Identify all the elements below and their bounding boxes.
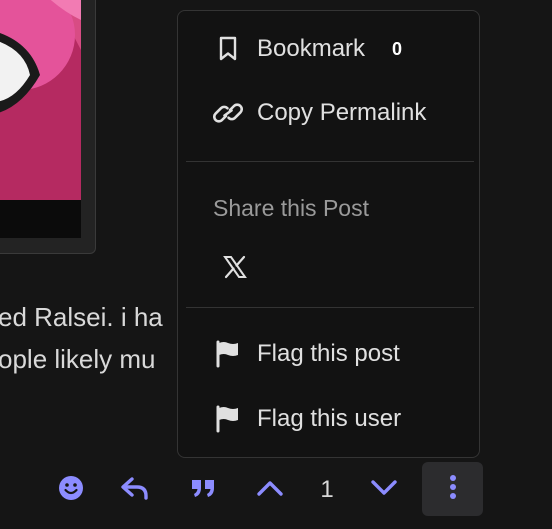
post-text-line-2: ople likely mu: [0, 344, 156, 374]
downvote-icon: [370, 479, 398, 502]
quote-button[interactable]: [186, 472, 220, 508]
copy-permalink-button[interactable]: Copy Permalink: [213, 98, 426, 128]
upvote-button[interactable]: [253, 472, 287, 508]
post-text-line-1: ed Ralsei. i ha: [0, 302, 163, 332]
copy-permalink-label: Copy Permalink: [257, 99, 427, 126]
bookmark-count: 0: [392, 38, 403, 59]
vote-count: 1: [320, 476, 334, 503]
quote-icon: [190, 477, 216, 504]
flag-post-button[interactable]: Flag this post: [213, 339, 400, 369]
reply-button[interactable]: [118, 472, 152, 508]
reply-icon: [120, 476, 150, 505]
more-actions-button[interactable]: [422, 462, 483, 516]
bookmark-icon: [213, 34, 243, 64]
post-menu-dropdown: Bookmark 0 Copy Permalink Share this Pos…: [177, 10, 480, 458]
more-icon: [449, 474, 457, 505]
flag-icon: [213, 404, 243, 434]
flag-user-label: Flag this user: [257, 405, 402, 432]
menu-divider: [186, 307, 474, 308]
bookmark-label: Bookmark: [257, 35, 366, 62]
menu-divider: [186, 161, 474, 162]
flag-icon: [213, 339, 243, 369]
post-image[interactable]: [0, 0, 81, 238]
flag-post-label: Flag this post: [257, 340, 400, 367]
upvote-icon: [256, 479, 284, 502]
x-logo-icon: [222, 255, 248, 284]
share-heading: Share this Post: [213, 195, 369, 221]
emoji-reaction-button[interactable]: [55, 472, 87, 508]
bookmark-button[interactable]: Bookmark 0: [213, 34, 402, 64]
share-x-button[interactable]: [222, 254, 250, 282]
downvote-button[interactable]: [367, 472, 401, 508]
flag-user-button[interactable]: Flag this user: [213, 404, 401, 434]
emoji-icon: [58, 475, 84, 506]
link-icon: [213, 98, 243, 128]
page: ed Ralsei. i ha ople likely mu Bookmark …: [0, 0, 552, 529]
